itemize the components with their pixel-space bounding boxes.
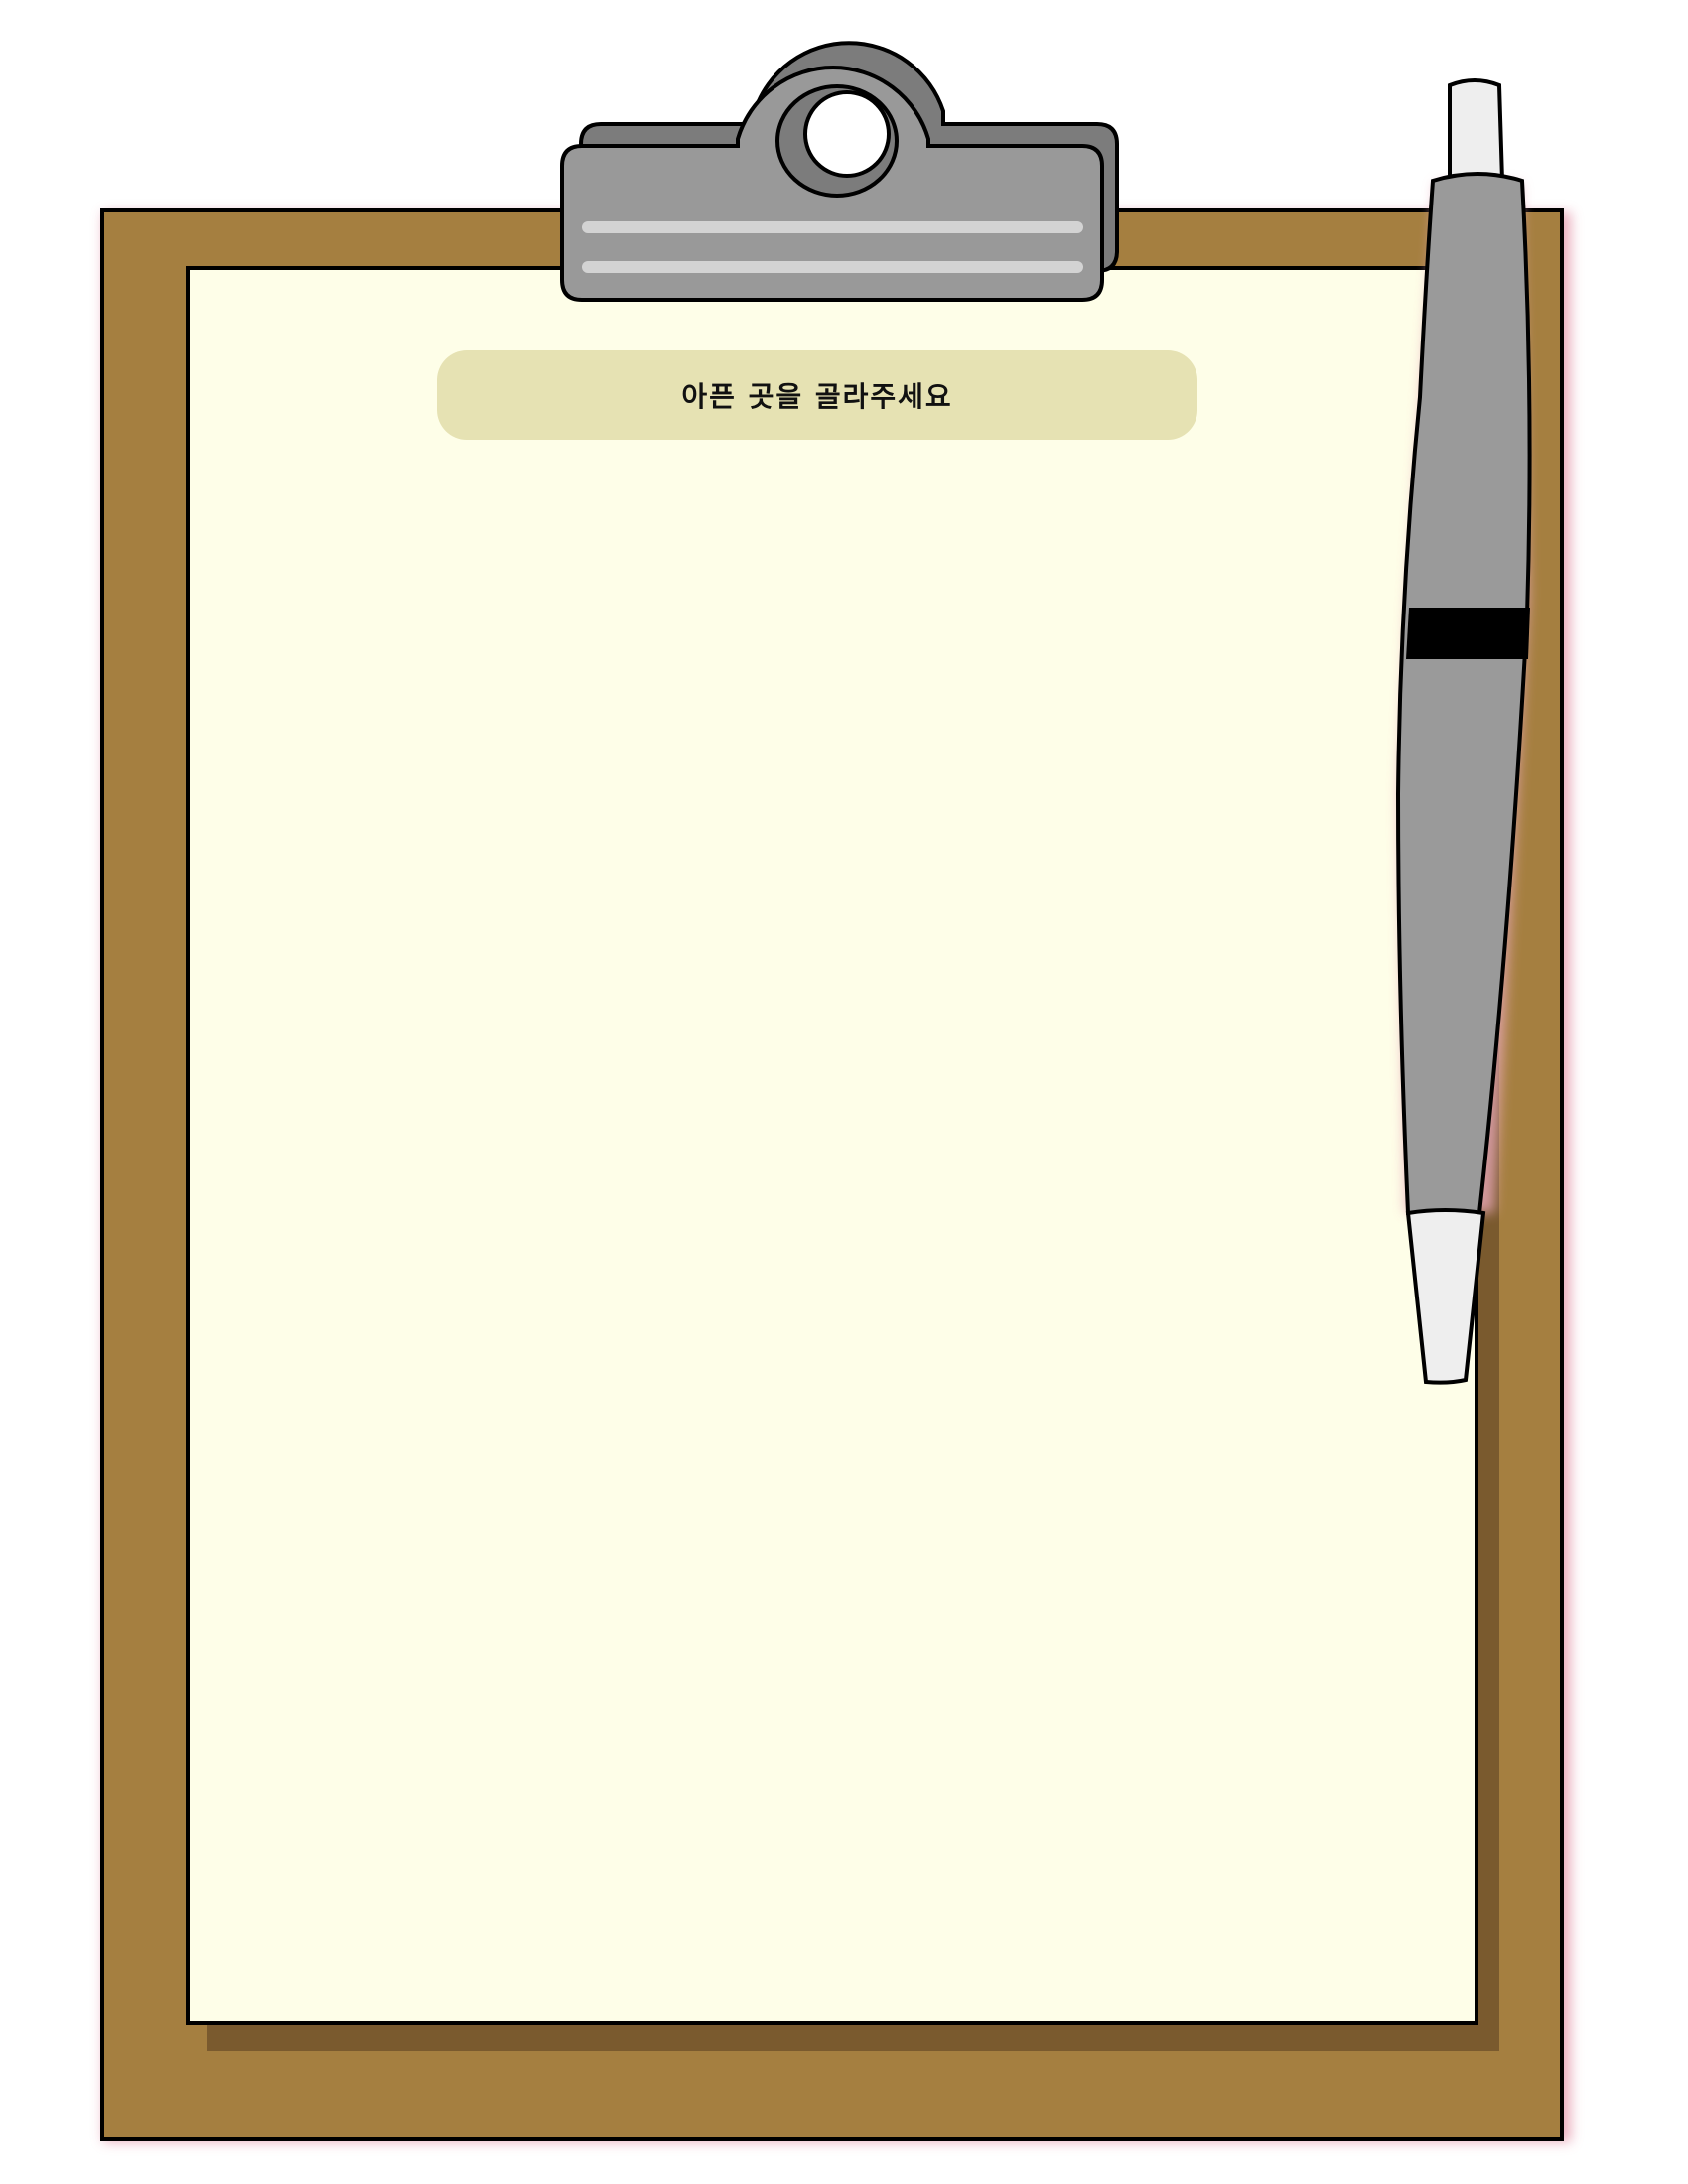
paper-sheet: [186, 266, 1478, 2025]
clipboard-screen: 아픈 곳을 골라주세요: [0, 0, 1688, 2184]
instruction-text: 아픈 곳을 골라주세요: [681, 380, 953, 413]
clipboard-clip-icon: [560, 41, 1119, 302]
instruction-banner: 아픈 곳을 골라주세요: [437, 350, 1197, 440]
clipboard-illustration: [100, 41, 1571, 2142]
